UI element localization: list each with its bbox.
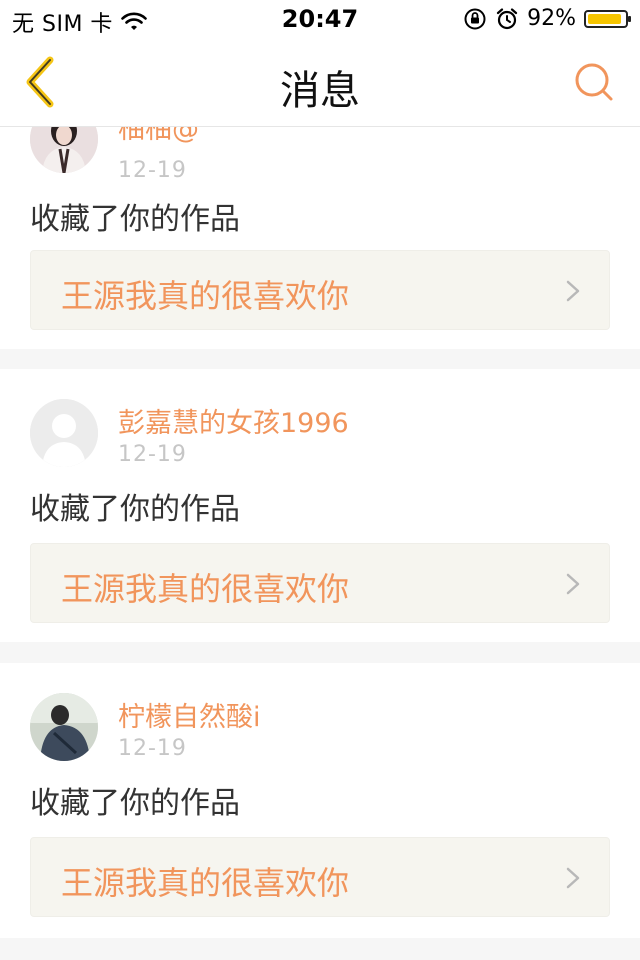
chevron-right-icon	[566, 573, 580, 595]
message-card: 柠檬自然酸i 12-19 收藏了你的作品 王源我真的很喜欢你	[0, 663, 640, 938]
avatar[interactable]	[30, 399, 98, 467]
action-text: 收藏了你的作品	[30, 492, 240, 527]
alarm-icon	[496, 7, 518, 29]
avatar[interactable]	[30, 127, 98, 173]
search-button[interactable]	[572, 60, 616, 104]
status-right: 92%	[463, 6, 631, 31]
avatar[interactable]	[30, 693, 98, 761]
message-date: 12-19	[118, 736, 187, 761]
battery-icon	[584, 9, 631, 28]
message-date: 12-19	[118, 158, 187, 183]
work-title: 王源我真的很喜欢你	[61, 864, 350, 902]
message-card: 柚柚@ 12-19 收藏了你的作品 王源我真的很喜欢你	[0, 127, 640, 349]
action-text: 收藏了你的作品	[30, 786, 240, 821]
battery-percent: 92%	[527, 6, 576, 31]
default-avatar-icon	[30, 399, 98, 467]
action-text: 收藏了你的作品	[30, 202, 240, 237]
user-photo-icon	[30, 693, 98, 761]
work-link[interactable]: 王源我真的很喜欢你	[30, 837, 610, 917]
user-name[interactable]: 柠檬自然酸i	[118, 695, 261, 734]
status-bar: 无 SIM 卡 20:47 92%	[0, 0, 640, 40]
work-link[interactable]: 王源我真的很喜欢你	[30, 250, 610, 330]
work-link[interactable]: 王源我真的很喜欢你	[30, 543, 610, 623]
user-photo-icon	[30, 127, 98, 173]
user-name[interactable]: 彭嘉慧的女孩1996	[118, 401, 349, 440]
battery-fill	[588, 13, 622, 24]
orientation-lock-icon	[464, 8, 486, 29]
message-card: 彭嘉慧的女孩1996 12-19 收藏了你的作品 王源我真的很喜欢你	[0, 369, 640, 642]
search-icon	[575, 63, 613, 101]
page-title: 消息	[280, 68, 360, 114]
user-name[interactable]: 柚柚@	[118, 127, 199, 146]
chevron-right-icon	[566, 280, 580, 302]
message-date: 12-19	[118, 442, 187, 467]
nav-bar: 消息	[0, 40, 640, 127]
message-list[interactable]: 柚柚@ 12-19 收藏了你的作品 王源我真的很喜欢你 彭嘉慧的女孩1996 1…	[0, 127, 640, 960]
chevron-right-icon	[566, 867, 580, 889]
work-title: 王源我真的很喜欢你	[61, 570, 350, 608]
work-title: 王源我真的很喜欢你	[61, 277, 350, 315]
